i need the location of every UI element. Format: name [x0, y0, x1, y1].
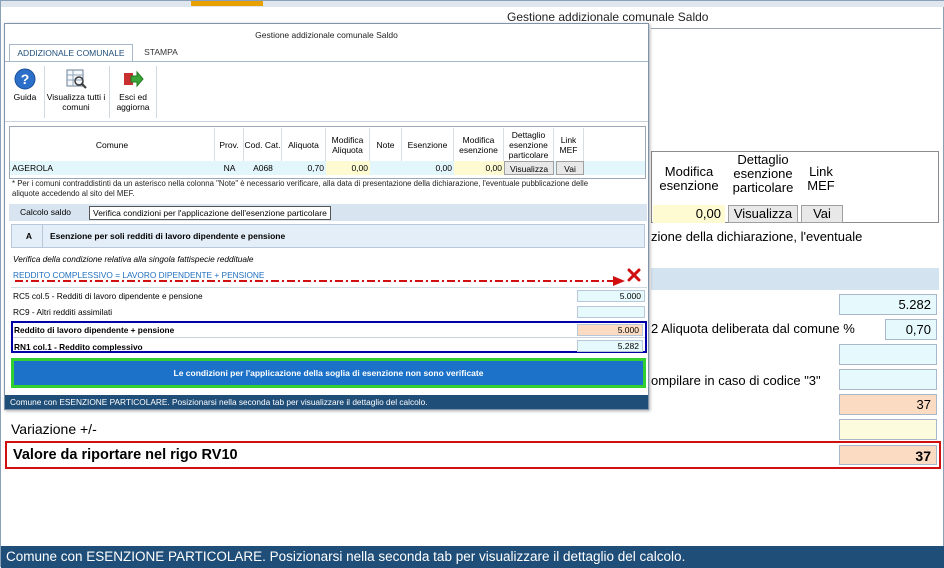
background-codice-field[interactable] — [839, 369, 937, 390]
cell-prov: NA — [223, 163, 236, 173]
guida-button[interactable]: ? Guida — [9, 66, 41, 121]
rc9-label: RC9 - Altri redditi assimilati — [13, 307, 113, 317]
reddito-lavoro-value: 5.000 — [577, 324, 643, 336]
background-vai-button[interactable]: Vai — [801, 205, 843, 223]
background-valore-label: Valore da riportare nel rigo RV10 — [13, 447, 238, 463]
cell-esenzione: 0,00 — [435, 163, 452, 173]
background-aliquota-field[interactable]: 0,70 — [885, 319, 937, 340]
visualizza-tutti-button[interactable]: Visualizza tutti i comuni — [45, 66, 107, 121]
asterisk-note: * Per i comuni contraddistinti da un ast… — [12, 179, 589, 198]
cell-aliquota: 0,70 — [307, 163, 324, 173]
esci-aggiorna-label: Esci ed aggiorna — [116, 92, 150, 112]
cell-modifica-esenzione[interactable]: 0,00 — [454, 161, 504, 175]
cell-codcat: A068 — [253, 163, 273, 173]
divider — [13, 337, 645, 338]
background-divider — [651, 28, 941, 29]
verifica-text: Verifica della condizione relativa alla … — [13, 254, 254, 264]
rc5-label: RC5 col.5 - Redditi di lavoro dipendente… — [13, 291, 203, 301]
ribbon-separator — [156, 66, 157, 118]
background-header-dettaglio: Dettaglio esenzione particolare — [732, 152, 794, 195]
section-a-header: A Esenzione per soli redditi di lavoro d… — [11, 224, 645, 248]
esci-aggiorna-button[interactable]: Esci ed aggiorna — [111, 66, 155, 121]
reddito-lavoro-label: Reddito di lavoro dipendente + pensione — [14, 325, 175, 335]
guida-label: Guida — [13, 92, 37, 102]
grid-header-link: Link MEF — [554, 128, 584, 161]
section-divider — [42, 225, 43, 247]
background-header-link: Link MEF — [807, 164, 835, 193]
red-arrow — [15, 276, 625, 286]
background-field-empty[interactable] — [839, 344, 937, 365]
section-title: Esenzione per soli redditi di lavoro dip… — [50, 231, 286, 241]
comuni-grid: Comune Prov. Cod. Cat. Aliquota Modifica… — [9, 126, 646, 179]
background-top-strip — [1, 1, 944, 7]
grid-header-aliquota: Aliquota — [282, 128, 326, 161]
background-aliquota-label: 2 Aliquota deliberata dal comune % — [651, 321, 855, 336]
tab-stampa[interactable]: STAMPA — [133, 44, 189, 61]
grid-header-prov: Prov. — [215, 128, 244, 161]
background-valore-field: 37 — [839, 445, 937, 465]
background-variazione-field[interactable] — [839, 419, 937, 440]
grid-header-modifica-aliquota: Modifica Aliquota — [326, 128, 370, 161]
result-banner: Le condizioni per l'applicazione della s… — [11, 358, 646, 388]
background-compilare-label: ompilare in caso di codice "3" — [651, 373, 821, 388]
cell-note — [370, 161, 402, 175]
background-section-band — [651, 268, 939, 290]
view-all-icon — [66, 69, 87, 89]
vai-button[interactable]: Vai — [556, 161, 584, 175]
background-header-modifica: Modifica esenzione — [659, 164, 719, 193]
background-visualizza-button[interactable]: Visualizza — [728, 205, 798, 223]
background-field-value[interactable]: 5.282 — [839, 294, 937, 315]
rc9-value — [577, 306, 645, 318]
visualizza-tutti-label: Visualizza tutti i comuni — [46, 92, 106, 112]
exit-update-icon — [124, 70, 144, 88]
cell-comune: AGEROLA — [12, 163, 54, 173]
help-icon: ? — [14, 68, 36, 90]
background-status-bar: Comune con ESENZIONE PARTICOLARE. Posizi… — [1, 546, 944, 568]
rc5-value: 5.000 — [577, 290, 645, 302]
rn1-value: 5.282 — [577, 340, 643, 352]
dialog-status-bar: Comune con ESENZIONE PARTICOLARE. Posizi… — [5, 395, 648, 409]
rn1-label: RN1 col.1 - Reddito complessivo — [14, 342, 143, 352]
ribbon-separator — [109, 66, 110, 118]
red-x-icon — [627, 268, 641, 282]
grid-header-modifica-esenzione: Modifica esenzione — [454, 128, 504, 161]
grid-header-comune: Comune — [10, 128, 215, 161]
background-window-title: Gestione addizionale comunale Saldo — [507, 10, 709, 24]
ribbon-toolbar: ? Guida Visualizza tutti i comuni Esci e… — [5, 61, 648, 122]
table-row[interactable]: AGEROLA NA A068 0,70 0,00 0,00 0,00 Visu… — [10, 161, 645, 175]
divider — [11, 287, 647, 288]
background-variazione-label: Variazione +/- — [11, 421, 97, 437]
background-modifica-value[interactable]: 0,00 — [653, 205, 725, 223]
svg-text:?: ? — [21, 71, 30, 87]
grid-header-note: Note — [370, 128, 402, 161]
result-text: Le condizioni per l'applicazione della s… — [173, 368, 484, 378]
tab-calcolo-saldo[interactable]: Calcolo saldo — [17, 206, 74, 220]
dialog-window: Gestione addizionale comunale Saldo ADDI… — [4, 23, 649, 410]
cell-modifica-aliquota[interactable]: 0,00 — [326, 161, 370, 175]
grid-header-dettaglio: Dettaglio esenzione particolare — [504, 128, 554, 161]
background-field-37: 37 — [839, 394, 937, 415]
grid-header-esenzione: Esenzione — [402, 128, 454, 161]
visualizza-button[interactable]: Visualizza — [504, 161, 554, 175]
background-tab-accent — [191, 1, 263, 6]
background-note-fragment: zione della dichiarazione, l'eventuale — [651, 229, 863, 244]
tab-addizionale-comunale[interactable]: ADDIZIONALE COMUNALE — [9, 44, 133, 61]
grid-header-codcat: Cod. Cat. — [244, 128, 282, 161]
dialog-title: Gestione addizionale comunale Saldo — [5, 24, 648, 44]
tab-verifica-condizioni[interactable]: Verifica condizioni per l'applicazione d… — [89, 206, 331, 220]
section-letter: A — [25, 231, 33, 241]
subtab-bar: Calcolo saldo Verifica condizioni per l'… — [9, 204, 647, 221]
